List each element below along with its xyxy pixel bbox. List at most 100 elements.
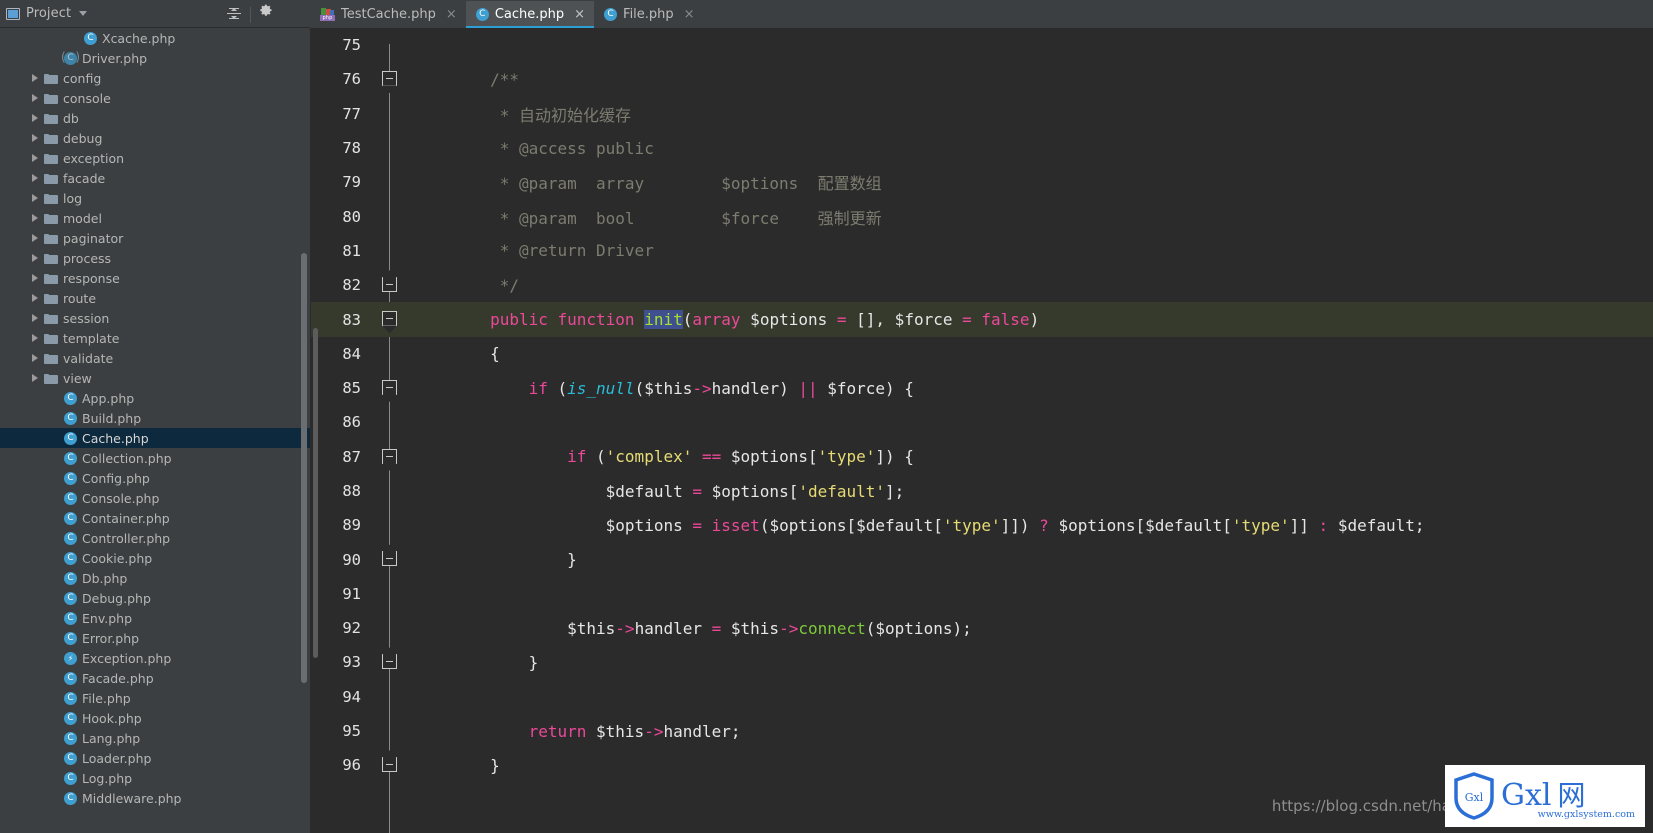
- tree-item-config-php[interactable]: C Config.php: [0, 468, 310, 488]
- fold-gutter[interactable]: [367, 474, 413, 508]
- tree-item-console-php[interactable]: C Console.php: [0, 488, 310, 508]
- settings-button[interactable]: [258, 3, 280, 25]
- editor-line[interactable]: 84 {: [311, 337, 1653, 371]
- editor-line[interactable]: 81 * @return Driver: [311, 234, 1653, 268]
- expand-arrow-icon[interactable]: [32, 94, 38, 102]
- tree-item-loader-php[interactable]: C Loader.php: [0, 748, 310, 768]
- tree-item-cookie-php[interactable]: C Cookie.php: [0, 548, 310, 568]
- editor-line[interactable]: 78 * @access public: [311, 131, 1653, 165]
- fold-gutter[interactable]: [367, 611, 413, 645]
- editor-line[interactable]: 82 */: [311, 268, 1653, 302]
- fold-gutter[interactable]: [367, 97, 413, 131]
- fold-gutter[interactable]: [367, 508, 413, 542]
- chevron-down-icon[interactable]: [79, 11, 88, 16]
- tree-item-container-php[interactable]: C Container.php: [0, 508, 310, 528]
- expand-arrow-icon[interactable]: [32, 174, 38, 182]
- editor-line[interactable]: 86: [311, 405, 1653, 439]
- editor-line[interactable]: 93 }: [311, 645, 1653, 679]
- expand-arrow-icon[interactable]: [32, 374, 38, 382]
- tree-item-app-php[interactable]: C App.php: [0, 388, 310, 408]
- project-tree-panel[interactable]: CXcache.phpCDriver.phpconfigconsoledbdeb…: [0, 28, 310, 833]
- fold-expanded-icon[interactable]: [382, 379, 397, 395]
- expand-arrow-icon[interactable]: [32, 314, 38, 322]
- fold-gutter[interactable]: [367, 440, 413, 474]
- fold-gutter[interactable]: [367, 577, 413, 611]
- fold-gutter[interactable]: [367, 645, 413, 679]
- tree-item-facade[interactable]: facade: [0, 168, 310, 188]
- project-tree[interactable]: CXcache.phpCDriver.phpconfigconsoledbdeb…: [0, 28, 310, 808]
- tree-item-collection-php[interactable]: C Collection.php: [0, 448, 310, 468]
- tree-item-log[interactable]: log: [0, 188, 310, 208]
- tree-item-validate[interactable]: validate: [0, 348, 310, 368]
- tree-item-session[interactable]: session: [0, 308, 310, 328]
- tab-cache-php[interactable]: C Cache.php ×: [465, 1, 595, 28]
- fold-gutter[interactable]: [367, 680, 413, 714]
- tree-item-hook-php[interactable]: C Hook.php: [0, 708, 310, 728]
- expand-arrow-icon[interactable]: [32, 74, 38, 82]
- tree-item-cache-php[interactable]: C Cache.php: [0, 428, 310, 448]
- editor-line[interactable]: 91: [311, 577, 1653, 611]
- tree-item-process[interactable]: process: [0, 248, 310, 268]
- minimize-button[interactable]: [282, 3, 304, 25]
- code-editor[interactable]: 75 76 /** 77 * 自动初始化缓存 78 * @access public 7…: [311, 28, 1653, 833]
- tree-item-paginator[interactable]: paginator: [0, 228, 310, 248]
- editor-line[interactable]: 77 * 自动初始化缓存: [311, 97, 1653, 131]
- editor-line[interactable]: 79 * @param array $options 配置数组: [311, 165, 1653, 199]
- tree-item-exception[interactable]: exception: [0, 148, 310, 168]
- tree-item-middleware-php[interactable]: C Middleware.php: [0, 788, 310, 808]
- editor-line[interactable]: 75: [311, 28, 1653, 62]
- fold-expanded-icon[interactable]: [382, 448, 397, 464]
- fold-end-icon[interactable]: [382, 277, 397, 293]
- tree-item-error-php[interactable]: C Error.php: [0, 628, 310, 648]
- project-tree-scrollbar[interactable]: [301, 253, 307, 683]
- tree-item-file-php[interactable]: C File.php: [0, 688, 310, 708]
- expand-arrow-icon[interactable]: [32, 334, 38, 342]
- close-icon[interactable]: ×: [684, 8, 695, 21]
- expand-arrow-icon[interactable]: [32, 134, 38, 142]
- fold-expanded-icon[interactable]: [382, 71, 397, 87]
- tree-item-model[interactable]: model: [0, 208, 310, 228]
- fold-gutter[interactable]: [367, 62, 413, 96]
- tree-item-log-php[interactable]: C Log.php: [0, 768, 310, 788]
- editor-line[interactable]: 94: [311, 680, 1653, 714]
- editor-scrollbar[interactable]: [313, 328, 318, 658]
- editor-line[interactable]: 80 * @param bool $force 强制更新: [311, 199, 1653, 233]
- tree-item-env-php[interactable]: C Env.php: [0, 608, 310, 628]
- expand-arrow-icon[interactable]: [32, 294, 38, 302]
- tree-item-view[interactable]: view: [0, 368, 310, 388]
- fold-gutter[interactable]: [367, 268, 413, 302]
- tree-item-controller-php[interactable]: C Controller.php: [0, 528, 310, 548]
- fold-end-icon[interactable]: [382, 757, 397, 773]
- editor-line[interactable]: 95 return $this->handler;: [311, 714, 1653, 748]
- tree-item-exception-php[interactable]: ⚡ Exception.php: [0, 648, 310, 668]
- tree-item-driver-php[interactable]: CDriver.php: [0, 48, 310, 68]
- expand-arrow-icon[interactable]: [32, 114, 38, 122]
- fold-gutter[interactable]: [367, 234, 413, 268]
- editor-line[interactable]: 76 /**: [311, 62, 1653, 96]
- expand-arrow-icon[interactable]: [32, 234, 38, 242]
- editor-line[interactable]: 92 $this->handler = $this->connect($opti…: [311, 611, 1653, 645]
- tree-item-debug[interactable]: debug: [0, 128, 310, 148]
- editor-line[interactable]: 83 public function init(array $options =…: [311, 302, 1653, 337]
- tab-testcache-php[interactable]: php TestCache.php ×: [310, 1, 466, 28]
- tree-item-db-php[interactable]: C Db.php: [0, 568, 310, 588]
- expand-arrow-icon[interactable]: [32, 194, 38, 202]
- editor-line[interactable]: 85 if (is_null($this->handler) || $force…: [311, 371, 1653, 405]
- fold-gutter[interactable]: [367, 302, 413, 336]
- editor-line[interactable]: 87 if ('complex' == $options['type']) {: [311, 440, 1653, 474]
- fold-gutter[interactable]: [367, 405, 413, 439]
- fold-gutter[interactable]: [367, 371, 413, 405]
- tree-item-facade-php[interactable]: C Facade.php: [0, 668, 310, 688]
- fold-gutter[interactable]: [367, 714, 413, 748]
- fold-gutter[interactable]: [367, 28, 413, 62]
- expand-arrow-icon[interactable]: [32, 354, 38, 362]
- tree-item-template[interactable]: template: [0, 328, 310, 348]
- editor-line[interactable]: 90 }: [311, 542, 1653, 576]
- fold-gutter[interactable]: [367, 131, 413, 165]
- expand-arrow-icon[interactable]: [32, 154, 38, 162]
- expand-arrow-icon[interactable]: [32, 254, 38, 262]
- fold-gutter[interactable]: [367, 337, 413, 371]
- fold-end-icon[interactable]: [382, 654, 397, 670]
- fold-gutter[interactable]: [367, 199, 413, 233]
- tree-item-route[interactable]: route: [0, 288, 310, 308]
